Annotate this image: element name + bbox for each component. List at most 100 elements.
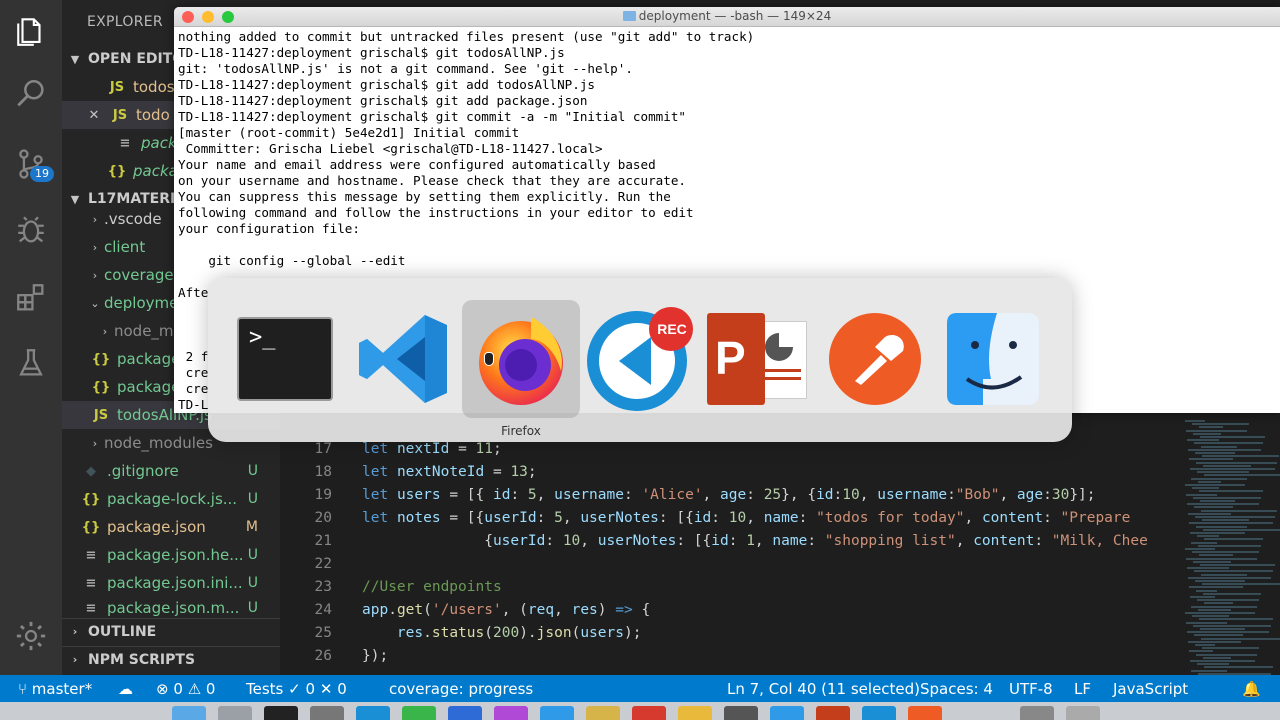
terminal-icon: >_ <box>237 317 333 401</box>
dock-app-icon[interactable] <box>494 706 528 720</box>
app-finder[interactable] <box>934 300 1052 418</box>
tree-item[interactable]: {} package.json M <box>62 513 280 541</box>
minimap-line <box>1202 583 1280 586</box>
minimap-line <box>1197 663 1229 666</box>
sync-icon[interactable]: ☁ <box>118 680 133 698</box>
minimap-line <box>1195 644 1215 646</box>
app-postman[interactable] <box>816 300 934 418</box>
dock-app-icon[interactable] <box>1066 706 1100 720</box>
warning-icon: ⚠ <box>187 680 202 698</box>
dock-app-icon[interactable] <box>1020 706 1054 720</box>
minimap-line <box>1197 599 1259 602</box>
dock-app-icon[interactable] <box>586 706 620 720</box>
tree-item[interactable]: ◆ .gitignore U <box>62 457 280 485</box>
code-line: 25 res.status(200).json(users); <box>314 625 642 641</box>
minimap-line <box>1188 448 1261 451</box>
language-mode[interactable]: JavaScript <box>1113 680 1188 698</box>
minimap-line <box>1194 570 1273 573</box>
dock-app-icon[interactable] <box>310 706 344 720</box>
minimap-line <box>1198 544 1261 547</box>
app-powerpoint[interactable]: P <box>698 300 816 418</box>
minimap-line <box>1190 532 1245 534</box>
app-vscode[interactable] <box>344 300 462 418</box>
app-recorder[interactable]: REC <box>580 300 698 418</box>
search-icon[interactable] <box>0 66 62 122</box>
notifications-bell-icon[interactable]: 🔔 <box>1242 680 1261 698</box>
minimap-line <box>1200 436 1265 438</box>
minimap-line <box>1190 596 1215 598</box>
dock-app-icon[interactable] <box>678 706 712 720</box>
postman-icon <box>829 313 921 405</box>
tree-item[interactable]: ≡ package.json.he... U <box>62 541 280 569</box>
minimap-line <box>1203 592 1261 595</box>
dock-app-icon[interactable] <box>264 706 298 720</box>
coverage-item[interactable]: coverage: progress <box>389 680 533 698</box>
json-file-icon: {} <box>107 163 127 179</box>
chevron-down-icon: ▼ <box>70 52 80 66</box>
tree-item[interactable]: {} package-lock.js... U <box>62 485 280 513</box>
tree-item[interactable]: ≡ package.json.ini... U <box>62 569 280 597</box>
text-file-icon: ≡ <box>85 600 97 616</box>
js-file-icon: JS <box>93 407 109 423</box>
branch-item[interactable]: ⑂ master* <box>18 680 92 698</box>
settings-gear-icon[interactable] <box>0 608 62 664</box>
dock-app-icon[interactable] <box>816 706 850 720</box>
minimap-line <box>1200 628 1245 630</box>
minimap-line <box>1201 445 1237 448</box>
encoding[interactable]: UTF-8 <box>1009 680 1053 698</box>
code-line: 24 app.get('/users', (req, res) => { <box>314 602 651 618</box>
extensions-icon[interactable] <box>0 270 62 326</box>
app-firefox[interactable] <box>462 300 580 418</box>
dock-app-icon[interactable] <box>862 706 896 720</box>
minimap-line <box>1191 669 1227 672</box>
line-ending[interactable]: LF <box>1074 680 1091 698</box>
minimap[interactable] <box>1175 412 1280 675</box>
dock-app-icon[interactable] <box>448 706 482 720</box>
npm-scripts-header[interactable]: › NPM SCRIPTS <box>62 646 280 672</box>
source-control-icon[interactable] <box>0 136 62 192</box>
minimap-line <box>1191 605 1257 608</box>
minimap-line <box>1199 490 1263 493</box>
test-flask-icon[interactable] <box>0 335 62 391</box>
terminal-line: You can suppress this message by setting… <box>178 189 671 204</box>
problems-item[interactable]: ⊗ 0 ⚠ 0 <box>156 680 215 698</box>
app-terminal[interactable]: >_ <box>226 300 344 418</box>
json-file-icon: {} <box>91 351 111 367</box>
minimap-line <box>1186 429 1247 432</box>
code-editor[interactable]: 17 let nextId = 11; 18 let nextNoteId = 13… <box>280 412 1280 675</box>
minimap-line <box>1186 493 1217 496</box>
minimap-line <box>1203 464 1251 467</box>
dock-app-icon[interactable] <box>724 706 758 720</box>
dock-app-icon[interactable] <box>402 706 436 720</box>
dock-app-icon[interactable] <box>356 706 390 720</box>
indentation[interactable]: Spaces: 4 <box>920 680 993 698</box>
code-line: 21 {userId: 10, userNotes: [{id: 1, name… <box>314 533 1148 549</box>
cursor-position[interactable]: Ln 7, Col 40 (11 selected) <box>727 680 920 698</box>
debug-icon[interactable] <box>0 202 62 258</box>
dock-app-icon[interactable] <box>908 706 942 720</box>
json-file-icon: {} <box>81 491 101 507</box>
tree-item[interactable]: ≡ package.json.m... U <box>62 597 280 619</box>
minimap-line <box>1186 621 1227 624</box>
minimap-line <box>1202 519 1249 522</box>
outline-header[interactable]: › OUTLINE <box>62 618 280 644</box>
text-file-icon: ≡ <box>85 547 97 563</box>
tests-item[interactable]: Tests ✓ 0 ✕ 0 <box>246 680 347 698</box>
text-file-icon: ≡ <box>85 575 97 591</box>
error-icon: ⊗ <box>156 680 169 698</box>
minimap-line <box>1192 487 1219 490</box>
terminal-line: Committer: Grischa Liebel <grischal@TD-L… <box>178 141 603 156</box>
terminal-titlebar[interactable]: deployment — -bash — 149×24 <box>174 7 1280 27</box>
dock-app-icon[interactable] <box>172 706 206 720</box>
dock-app-icon[interactable] <box>632 706 666 720</box>
minimap-line <box>1196 589 1217 592</box>
minimap-line <box>1189 586 1243 589</box>
files-icon[interactable] <box>0 4 62 60</box>
dock-app-icon[interactable] <box>770 706 804 720</box>
dock-app-icon[interactable] <box>218 706 252 720</box>
source-control-badge: 19 <box>30 166 54 182</box>
selected-app-label: Firefox <box>501 424 541 438</box>
dock-app-icon[interactable] <box>540 706 574 720</box>
minimap-line <box>1204 666 1273 669</box>
close-icon[interactable]: ✕ <box>84 108 104 123</box>
